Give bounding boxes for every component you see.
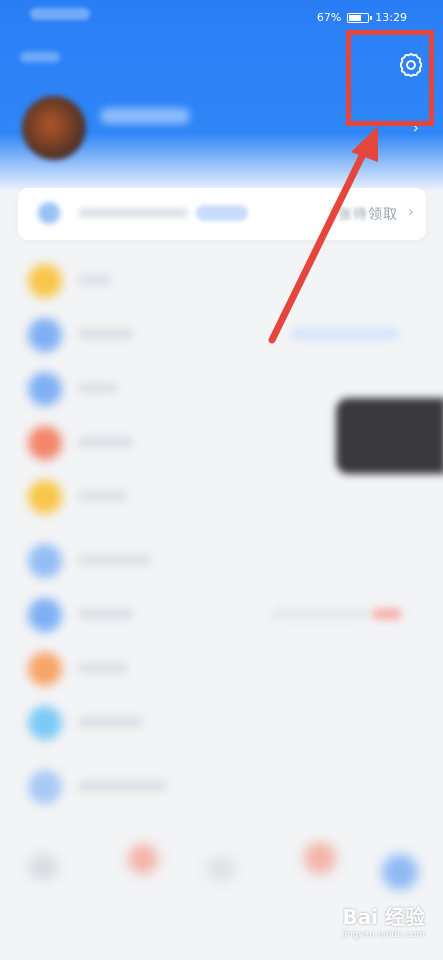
arrow-annotation: [268, 126, 378, 344]
watermark: Bai 经验 jingyan.baidu.com: [342, 901, 425, 940]
clock: 13:29: [375, 11, 407, 24]
watermark-url: jingyan.baidu.com: [341, 930, 425, 940]
status-right: 67% 13:29: [317, 11, 407, 24]
highlight-box-annotation: [346, 30, 434, 126]
watermark-logo: Bai 经验: [342, 905, 425, 929]
battery-icon: [347, 12, 373, 23]
status-left-blurred: [30, 8, 90, 20]
battery-percent: 67%: [316, 11, 342, 24]
